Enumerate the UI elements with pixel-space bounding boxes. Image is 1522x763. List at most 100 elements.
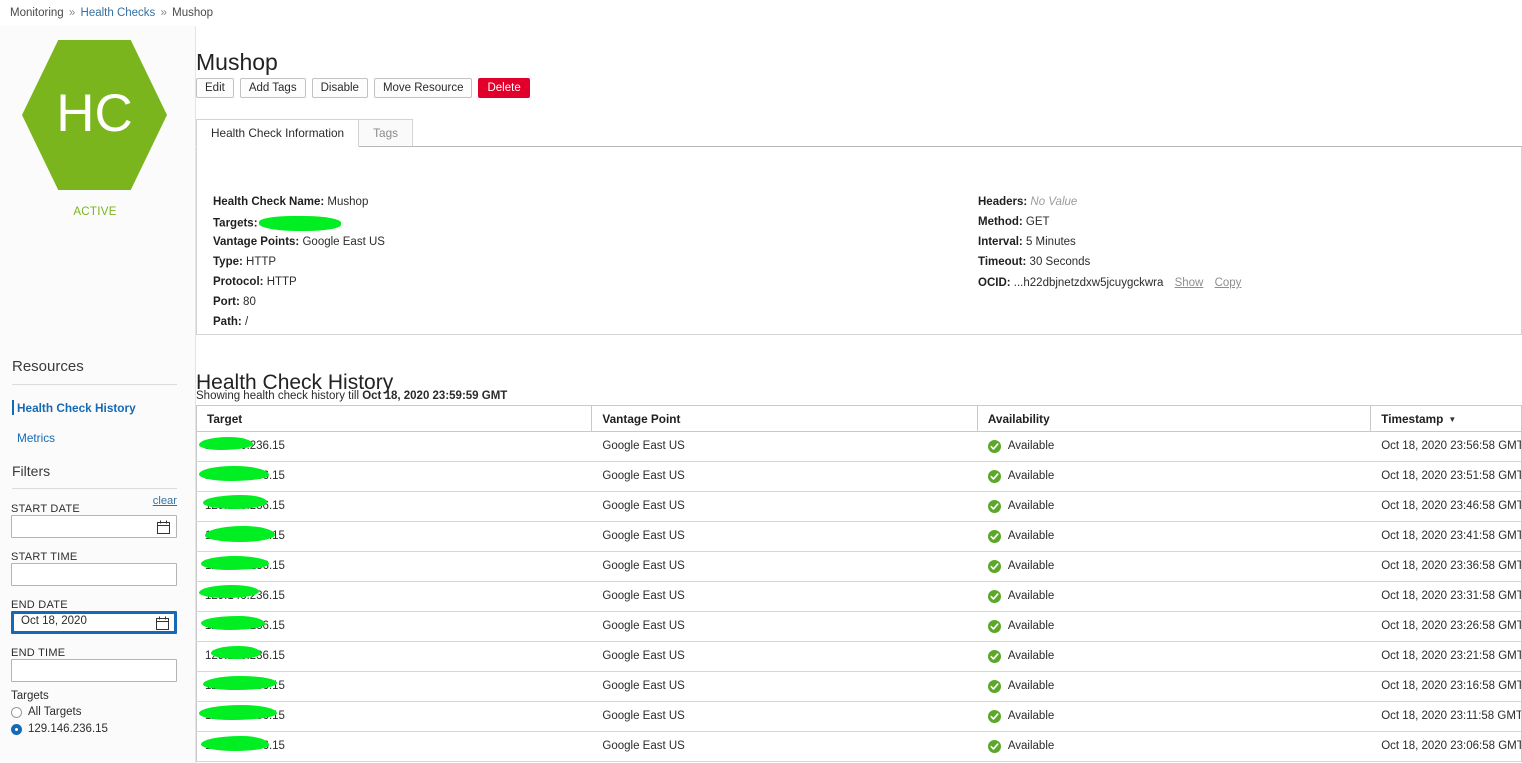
availability-label: Available bbox=[1007, 620, 1055, 632]
table-row[interactable]: 129.146.236.15 Google East US Available Oct… bbox=[196, 432, 1522, 462]
detail-value: HTTP bbox=[266, 276, 297, 288]
check-circle-icon bbox=[987, 440, 1001, 453]
move-resource-button[interactable]: Move Resource bbox=[373, 78, 473, 98]
calendar-icon[interactable] bbox=[157, 520, 170, 534]
detail-value: Mushop bbox=[327, 196, 369, 208]
breadcrumb-health-checks[interactable]: Health Checks bbox=[81, 7, 156, 19]
detail-key: OCID: bbox=[978, 277, 1011, 289]
column-header-timestamp[interactable]: Timestamp ▼ bbox=[1371, 406, 1521, 431]
start-time-input[interactable] bbox=[11, 563, 177, 586]
detail-key: Health Check Name: bbox=[213, 196, 325, 208]
detail-value: Google East US bbox=[302, 236, 385, 248]
history-subtitle: Showing health check history till Oct 18… bbox=[196, 390, 507, 402]
table-row[interactable]: 129.146.236.15 Google East US Available Oct… bbox=[196, 462, 1522, 492]
end-date-value: Oct 18, 2020 bbox=[21, 615, 87, 627]
column-header-availability[interactable]: Availability bbox=[978, 406, 1372, 431]
disable-button[interactable]: Disable bbox=[311, 78, 368, 98]
start-date-input[interactable] bbox=[11, 515, 177, 538]
add-tags-button[interactable]: Add Tags bbox=[239, 78, 306, 98]
redaction-mark bbox=[211, 646, 261, 659]
cell-target: 129.146.236.15 bbox=[197, 732, 592, 761]
detail-path: Path: / bbox=[213, 316, 248, 328]
history-subtitle-date: Oct 18, 2020 23:59:59 GMT bbox=[362, 390, 508, 402]
radio-selected-icon[interactable] bbox=[11, 723, 22, 735]
sidebar-selection-indicator bbox=[12, 400, 14, 415]
check-circle-icon bbox=[987, 710, 1001, 723]
availability-label: Available bbox=[1007, 440, 1055, 452]
availability-label: Available bbox=[1007, 500, 1055, 512]
detail-key: Targets: bbox=[213, 217, 258, 230]
detail-value: 30 Seconds bbox=[1029, 256, 1091, 268]
sidebar-item-health-check-history[interactable]: Health Check History bbox=[17, 401, 136, 415]
table-row[interactable]: 129.146.236.15 Google East US Available Oct… bbox=[196, 582, 1522, 612]
cell-availability: Available bbox=[978, 432, 1371, 461]
table-row[interactable]: 129.146.236.15 Google East US Available Oct… bbox=[196, 612, 1522, 642]
radio-target-ip[interactable]: 129.146.236.15 bbox=[11, 723, 108, 735]
check-circle-icon bbox=[987, 560, 1001, 573]
cell-timestamp: Oct 18, 2020 23:41:58 GMT bbox=[1381, 530, 1521, 542]
hexagon-icon: HC bbox=[22, 40, 167, 190]
detail-method: Method: GET bbox=[978, 216, 1050, 228]
radio-icon[interactable] bbox=[11, 706, 22, 718]
cell-availability: Available bbox=[978, 582, 1371, 611]
table-body: 129.146.236.15 Google East US Available Oct… bbox=[196, 432, 1522, 762]
availability-label: Available bbox=[1007, 590, 1055, 602]
detail-key: Method: bbox=[978, 216, 1023, 228]
cell-timestamp: Oct 18, 2020 23:46:58 GMT bbox=[1381, 500, 1521, 512]
health-check-information-panel: Health Check Name: Mushop Targets: Vanta… bbox=[196, 147, 1522, 335]
sidebar-item-metrics[interactable]: Metrics bbox=[17, 431, 55, 445]
availability-label: Available bbox=[1007, 710, 1055, 722]
detail-value: HTTP bbox=[246, 256, 277, 268]
page-root: Monitoring » Health Checks » Mushop HC A… bbox=[0, 0, 1522, 763]
filters-heading: Filters bbox=[12, 463, 51, 479]
check-circle-icon bbox=[987, 620, 1001, 633]
calendar-icon[interactable] bbox=[156, 616, 169, 630]
main-content: Mushop Edit Add Tags Disable Move Resour… bbox=[196, 26, 1522, 763]
table-row[interactable]: 129.146.236.15 Google East US Available Oct… bbox=[196, 672, 1522, 702]
table-row[interactable]: 129.146.236.15 Google East US Available Oct… bbox=[196, 552, 1522, 582]
column-header-target[interactable]: Target bbox=[197, 406, 593, 431]
availability-label: Available bbox=[1007, 530, 1055, 542]
tab-bar: Health Check Information Tags bbox=[196, 119, 414, 147]
detail-key: Path: bbox=[213, 316, 242, 328]
ocid-copy-link[interactable]: Copy bbox=[1215, 277, 1242, 289]
table-row[interactable]: 129.146.236.15 Google East US Available Oct… bbox=[196, 522, 1522, 552]
start-time-label: START TIME bbox=[11, 551, 78, 563]
cell-target: 129.146.236.15 bbox=[197, 642, 592, 671]
end-time-input[interactable] bbox=[11, 659, 177, 682]
check-circle-icon bbox=[987, 650, 1001, 663]
cell-timestamp: Oct 18, 2020 23:16:58 GMT bbox=[1381, 680, 1521, 692]
table-row[interactable]: 129.146.236.15 Google East US Available Oct… bbox=[196, 642, 1522, 672]
cell-timestamp: Oct 18, 2020 23:36:58 GMT bbox=[1381, 560, 1521, 572]
resources-heading: Resources bbox=[12, 358, 84, 375]
tab-tags[interactable]: Tags bbox=[358, 119, 414, 147]
radio-all-targets-label: All Targets bbox=[28, 706, 82, 718]
end-time-label: END TIME bbox=[11, 647, 66, 659]
cell-timestamp: Oct 18, 2020 23:21:58 GMT bbox=[1381, 650, 1521, 662]
cell-target: 129.146.236.15 bbox=[197, 582, 592, 611]
cell-vantage-point: Google East US bbox=[602, 740, 685, 752]
ocid-show-link[interactable]: Show bbox=[1175, 277, 1204, 289]
edit-button[interactable]: Edit bbox=[196, 78, 234, 98]
detail-key: Timeout: bbox=[978, 256, 1027, 268]
table-row[interactable]: 129.146.236.15 Google East US Available Oct… bbox=[196, 732, 1522, 762]
clear-filters-link[interactable]: clear bbox=[153, 495, 177, 507]
cell-vantage-point: Google East US bbox=[602, 500, 685, 512]
cell-target: 129.146.236.15 bbox=[197, 432, 592, 461]
detail-value: GET bbox=[1025, 216, 1050, 228]
table-row[interactable]: 129.146.236.15 Google East US Available Oct… bbox=[196, 702, 1522, 732]
cell-availability: Available bbox=[978, 702, 1371, 731]
table-row[interactable]: 129.146.236.15 Google East US Available Oct… bbox=[196, 492, 1522, 522]
cell-availability: Available bbox=[978, 462, 1371, 491]
radio-all-targets[interactable]: All Targets bbox=[11, 706, 81, 718]
column-header-vantage-point[interactable]: Vantage Point bbox=[592, 406, 978, 431]
breadcrumb: Monitoring » Health Checks » Mushop bbox=[10, 7, 213, 19]
tab-health-check-information[interactable]: Health Check Information bbox=[196, 119, 360, 147]
breadcrumb-root[interactable]: Monitoring bbox=[10, 7, 64, 19]
breadcrumb-separator-2: » bbox=[160, 7, 167, 19]
cell-availability: Available bbox=[978, 522, 1371, 551]
check-circle-icon bbox=[987, 680, 1001, 693]
delete-button[interactable]: Delete bbox=[478, 78, 530, 98]
end-date-input[interactable]: Oct 18, 2020 bbox=[11, 611, 177, 634]
detail-ocid: OCID: ...h22dbjnetzdxw5jcuygckwra Show C… bbox=[978, 277, 1241, 289]
